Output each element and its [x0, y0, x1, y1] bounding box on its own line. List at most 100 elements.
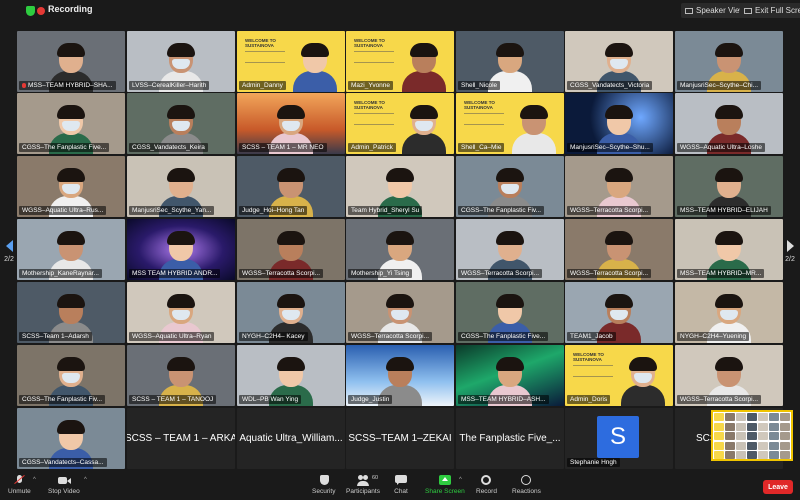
- participant-name-label: ManjusriSec–Scythe–Shu...: [567, 143, 653, 152]
- participant-tile[interactable]: CGSS–The Fanplastic Fiv...: [456, 156, 564, 217]
- speaker-view-button[interactable]: Speaker View: [681, 3, 750, 18]
- participant-tile[interactable]: NYGH–C2H4– Kacey: [237, 282, 345, 343]
- participant-tile[interactable]: WGSS–Terracotta Scorpi...: [346, 282, 454, 343]
- participant-tile[interactable]: The Fanplastic Five_...: [456, 408, 564, 469]
- participant-tile[interactable]: Judge_Justin: [346, 345, 454, 406]
- participant-name-label: CGSS_Vandatects_Victoria: [567, 81, 653, 90]
- participant-tile[interactable]: Mothership_Yi Tsing: [346, 219, 454, 280]
- reactions-button[interactable]: Reactions: [512, 475, 541, 495]
- participant-name-label: Stephanie Hngh: [567, 458, 620, 467]
- participant-tile[interactable]: ManjusriSec–Scythe–Chi...: [675, 31, 783, 92]
- participant-name-label: WGSS–Terracotta Scorpi...: [567, 206, 652, 215]
- participant-name-text: CGSS–Vandatects–Cassa...: [22, 459, 104, 466]
- participant-tile[interactable]: WGSS–Aquatic Ultra–Rus...: [17, 156, 125, 217]
- self-view-thumbnail[interactable]: [711, 410, 793, 461]
- participant-tile[interactable]: SCSS–TEAM 1–ZEKAI: [346, 408, 454, 469]
- participant-tile[interactable]: MSS–TEAM HYBRID–ASH...: [456, 345, 564, 406]
- participant-tile[interactable]: CGSS–The Fanplastic Five...: [17, 93, 125, 154]
- participant-name-text: Judge_Justin: [351, 396, 390, 403]
- participant-tile[interactable]: CGSS–Vandatects–Cassa...: [17, 408, 125, 469]
- slide-title: WELCOME TO SUSTAINOVA: [354, 38, 385, 48]
- participant-tile[interactable]: Aquatic Ultra_William...: [237, 408, 345, 469]
- participant-tile[interactable]: MSS–TEAM HYBRID–MR...: [675, 219, 783, 280]
- participant-name-text: MSS–TEAM HYBRID–SHA...: [28, 82, 113, 89]
- participant-tile[interactable]: LVSS–CerealKiller–Harith: [127, 31, 235, 92]
- security-button[interactable]: Security: [312, 475, 335, 495]
- chat-button[interactable]: Chat: [394, 475, 408, 495]
- audio-options-caret-icon[interactable]: ^: [33, 477, 36, 483]
- participant-tile[interactable]: SCSS – TEAM 1 – ARKA: [127, 408, 235, 469]
- participant-name-label: MSS–TEAM HYBRID–ELIJAH: [677, 206, 771, 215]
- participant-tile[interactable]: WGSS–Terracotta Scorpi...: [565, 156, 673, 217]
- participant-tile[interactable]: WELCOME TO SUSTAINOVA Admin_Patrick: [346, 93, 454, 154]
- share-options-caret-icon[interactable]: ^: [459, 477, 462, 483]
- participant-tile[interactable]: WDL–PB Wan Ying: [237, 345, 345, 406]
- participant-tile[interactable]: WGSS–Terracotta Scorpi...: [456, 219, 564, 280]
- slide-title: WELCOME TO SUSTAINOVA: [354, 100, 385, 110]
- participant-tile[interactable]: Shell_Nicole: [456, 31, 564, 92]
- self-view-mini-tile: [714, 422, 724, 431]
- participant-name-label: Mazi_Yvonne: [348, 81, 394, 90]
- participant-video: [402, 43, 446, 92]
- participant-tile[interactable]: ManjusriSec_Scythe_Yan...: [127, 156, 235, 217]
- participant-name-label: WGSS–Aquatic Ultra–Rus...: [19, 206, 107, 215]
- participant-tile[interactable]: SCSS – TEAM 1 – TANOOJ: [127, 345, 235, 406]
- participant-tile[interactable]: MSS TEAM HYBRID ANDR...: [127, 219, 235, 280]
- participant-name-text: WGSS–Aquatic Ultra–Rus...: [22, 207, 104, 214]
- participant-video: [512, 105, 556, 154]
- participant-tile[interactable]: ManjusriSec–Scythe–Shu...: [565, 93, 673, 154]
- participant-tile[interactable]: WGSS–Terracotta Scorpi...: [237, 219, 345, 280]
- participant-tile[interactable]: Team Hybrid_Sheryl Su: [346, 156, 454, 217]
- record-button[interactable]: Record: [476, 475, 497, 495]
- next-page-button[interactable]: 2/2: [783, 240, 797, 263]
- participant-tile[interactable]: WELCOME TO SUSTAINOVA Admin_Doris: [565, 345, 673, 406]
- participant-name-label: CGSS–The Fanplastic Fiv...: [458, 206, 545, 215]
- self-view-mini-tile: [725, 422, 735, 431]
- participant-tile[interactable]: MSS–TEAM HYBRID–SHA...: [17, 31, 125, 92]
- participant-name-label: WGSS–Terracotta Scorpi...: [567, 269, 652, 278]
- participant-tile[interactable]: WELCOME TO SUSTAINOVA Shell_Ca–Mie: [456, 93, 564, 154]
- participant-name-text: MSS TEAM HYBRID ANDR...: [132, 270, 218, 277]
- previous-page-button[interactable]: 2/2: [2, 240, 16, 263]
- video-camera-icon: [57, 475, 71, 486]
- participant-tile[interactable]: Mothership_KaneRaynar...: [17, 219, 125, 280]
- participant-name-label: SCSS – TEAM 1 – TANOOJ: [129, 395, 217, 404]
- participant-name-text: CGSS_Vandatects_Victoria: [570, 82, 650, 89]
- stop-video-button[interactable]: Stop Video: [48, 475, 80, 495]
- unmute-button[interactable]: Unmute: [8, 474, 31, 495]
- exit-fullscreen-button[interactable]: Exit Full Screen: [740, 3, 800, 18]
- participant-tile[interactable]: S Stephanie Hngh: [565, 408, 673, 469]
- participant-tile[interactable]: WGSS–Aquatic Ultra–Ryan: [127, 282, 235, 343]
- self-view-mini-tile: [758, 413, 768, 421]
- participant-tile[interactable]: WGSS–Terracotta Scorpi...: [675, 345, 783, 406]
- participant-name-text: Shell_Ca–Mie: [461, 144, 502, 151]
- participant-name-text: WGSS–Aquatic Ultra–Ryan: [132, 333, 212, 340]
- participant-name-label: NYGH–C2H4– Kacey: [239, 332, 308, 341]
- participant-tile[interactable]: Judge_Hoi–Hong Tan: [237, 156, 345, 217]
- participant-tile[interactable]: WELCOME TO SUSTAINOVA Mazi_Yvonne: [346, 31, 454, 92]
- participants-button[interactable]: 60 Participants: [346, 475, 380, 495]
- participant-tile[interactable]: SCSS – TEAM 1 – MR NEO: [237, 93, 345, 154]
- participant-tile[interactable]: NYGH–C2H4–Yuening: [675, 282, 783, 343]
- muted-microphone-icon: [22, 83, 26, 88]
- participant-tile[interactable]: WGSS–Aquatic Ultra–Loshe: [675, 93, 783, 154]
- participant-name-label: CGSS_Vandatects_Keira: [129, 143, 208, 152]
- participant-tile[interactable]: TEAM1_Jacob: [565, 282, 673, 343]
- participant-tile[interactable]: CGSS_Vandatects_Victoria: [565, 31, 673, 92]
- participant-tile[interactable]: CGSS_Vandatects_Keira: [127, 93, 235, 154]
- chat-label: Chat: [394, 488, 408, 495]
- participant-tile[interactable]: WGSS–Terracotta Scorpi...: [565, 219, 673, 280]
- participant-name-label: Mothership_KaneRaynar...: [19, 269, 102, 278]
- participant-tile[interactable]: MSS–TEAM HYBRID–ELIJAH: [675, 156, 783, 217]
- participant-name-label: MSS–TEAM HYBRID–SHA...: [19, 81, 116, 90]
- video-options-caret-icon[interactable]: ^: [84, 477, 87, 483]
- participant-name-text: ManjusriSec_Scythe_Yan...: [132, 207, 212, 214]
- participant-tile[interactable]: SCSS–Team 1–Adarsh: [17, 282, 125, 343]
- leave-button[interactable]: Leave: [763, 480, 793, 494]
- participant-tile[interactable]: CGSS–The Fanplastic Fiv...: [17, 345, 125, 406]
- slide-title: WELCOME TO SUSTAINOVA: [245, 38, 276, 48]
- participant-tile[interactable]: CGSS–The Fanplastic Five...: [456, 282, 564, 343]
- self-view-mini-tile: [769, 441, 779, 450]
- participant-tile[interactable]: WELCOME TO SUSTAINOVA Admin_Danny: [237, 31, 345, 92]
- participant-name-text: Admin_Patrick: [351, 144, 393, 151]
